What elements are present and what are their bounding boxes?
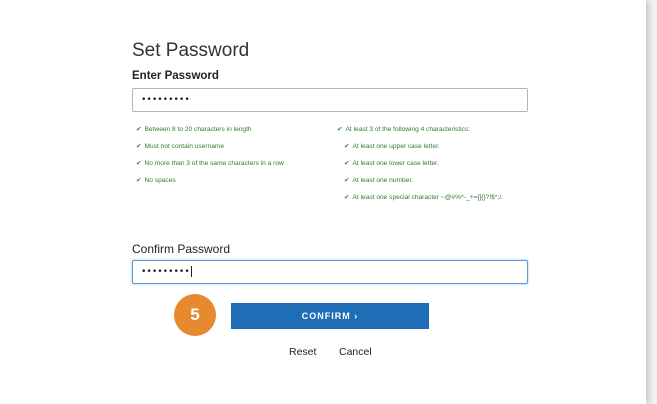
- rule-username: ✔ Must not contain username: [136, 143, 225, 150]
- rule-special: ✔ At least one special character ~@#%^-_+…: [344, 194, 503, 201]
- set-password-card: Set Password Enter Password ••••••••• ✔ B…: [0, 0, 646, 404]
- step-badge: 5: [174, 294, 216, 336]
- reset-link[interactable]: Reset: [289, 346, 316, 358]
- confirm-password-label: Confirm Password: [132, 242, 231, 256]
- text-caret: [190, 266, 192, 277]
- rule-lower: ✔ At least one lower case letter.: [344, 160, 439, 167]
- cancel-link[interactable]: Cancel: [339, 346, 372, 358]
- check-icon: ✔: [344, 160, 350, 167]
- check-icon: ✔: [344, 194, 350, 201]
- check-icon: ✔: [136, 143, 142, 150]
- rule-length: ✔ Between 8 to 20 characters in length: [136, 126, 252, 133]
- check-icon: ✔: [136, 160, 142, 167]
- rule-upper: ✔ At least one upper case letter.: [344, 143, 440, 150]
- enter-password-value: •••••••••: [141, 95, 190, 105]
- confirm-password-value: •••••••••: [141, 267, 190, 277]
- confirm-password-field[interactable]: •••••••••: [132, 260, 528, 284]
- enter-password-label: Enter Password: [132, 70, 219, 82]
- check-icon: ✔: [344, 177, 350, 184]
- rule-characteristics-header: ✔ At least 3 of the following 4 character…: [337, 126, 471, 133]
- confirm-button[interactable]: CONFIRM ›: [231, 303, 429, 329]
- rule-repeat: ✔ No more than 3 of the same characters i…: [136, 160, 284, 167]
- check-icon: ✔: [344, 143, 350, 150]
- enter-password-field[interactable]: •••••••••: [132, 88, 528, 112]
- check-icon: ✔: [337, 126, 343, 133]
- rule-spaces: ✔ No spaces: [136, 177, 176, 184]
- rule-number: ✔ At least one number.: [344, 177, 414, 184]
- check-icon: ✔: [136, 177, 142, 184]
- page-title: Set Password: [132, 40, 250, 61]
- check-icon: ✔: [136, 126, 142, 133]
